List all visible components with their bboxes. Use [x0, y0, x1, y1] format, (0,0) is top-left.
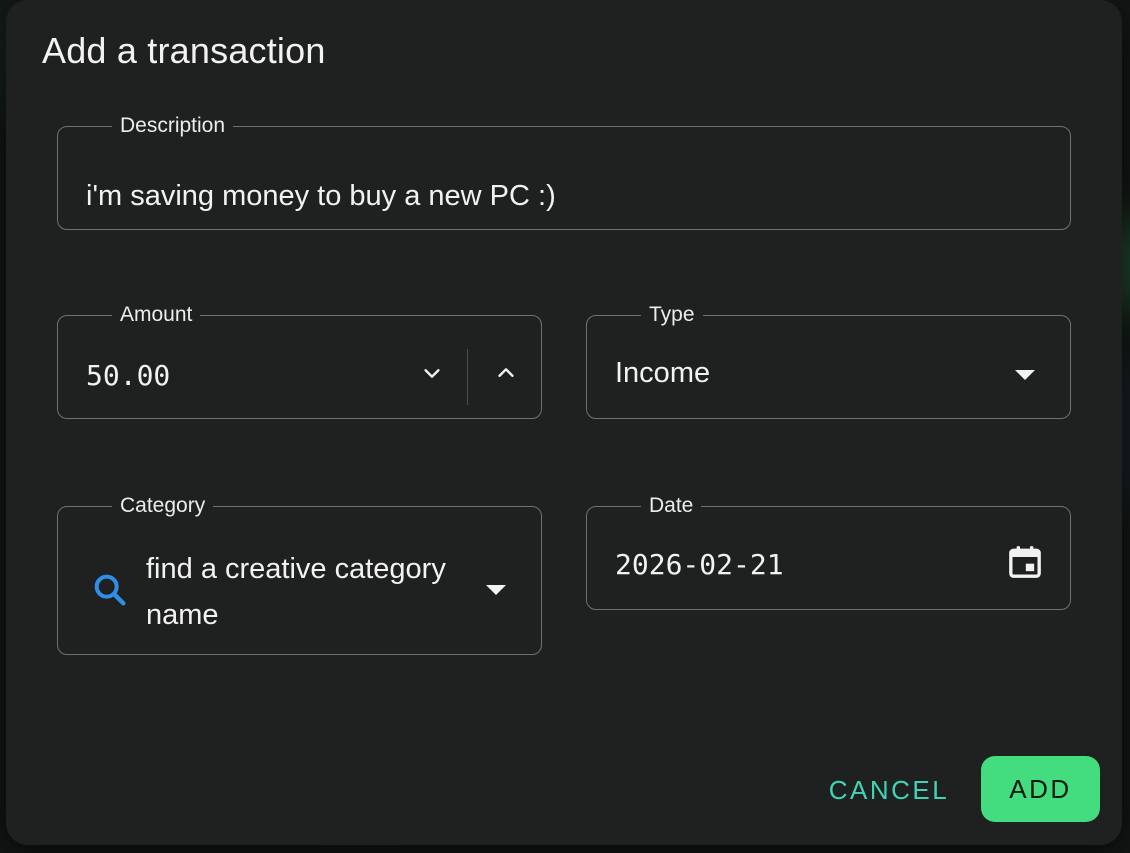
add-transaction-dialog: Add a transaction Description i'm saving… [6, 0, 1122, 845]
category-label: Category [120, 494, 206, 517]
calendar-icon [1009, 546, 1041, 578]
description-input[interactable]: i'm saving money to buy a new PC :) [86, 180, 556, 213]
caret-down-icon [1015, 370, 1035, 380]
amount-input[interactable]: 50.00 [86, 359, 170, 392]
chevron-up-icon [498, 368, 514, 377]
description-field[interactable]: Description i'm saving money to buy a ne… [57, 114, 1071, 230]
search-icon [90, 570, 130, 610]
amount-field[interactable]: Amount 50.00 [57, 303, 542, 419]
stepper-divider [467, 349, 468, 405]
add-button[interactable]: ADD [981, 756, 1100, 822]
chevron-down-icon [424, 369, 440, 378]
type-dropdown-toggle[interactable] [1007, 357, 1043, 393]
type-selected-value: Income [615, 357, 711, 389]
type-label: Type [649, 303, 695, 326]
description-label: Description [120, 114, 226, 137]
category-input[interactable]: find a creative category name [146, 546, 466, 638]
date-field[interactable]: Date 2026-02-21 [586, 494, 1071, 610]
date-label: Date [649, 494, 694, 517]
date-picker-button[interactable] [1003, 540, 1047, 584]
cancel-button[interactable]: CANCEL [814, 760, 964, 820]
dialog-title: Add a transaction [42, 30, 326, 71]
increment-button[interactable] [488, 355, 524, 391]
amount-label: Amount [120, 303, 193, 326]
caret-down-icon [486, 585, 506, 595]
date-input[interactable]: 2026-02-21 [615, 548, 784, 581]
decrement-button[interactable] [414, 355, 450, 391]
type-select[interactable]: Type Income [586, 303, 1071, 419]
category-field[interactable]: Category find a creative category name [57, 494, 542, 655]
category-dropdown-toggle[interactable] [478, 572, 514, 608]
